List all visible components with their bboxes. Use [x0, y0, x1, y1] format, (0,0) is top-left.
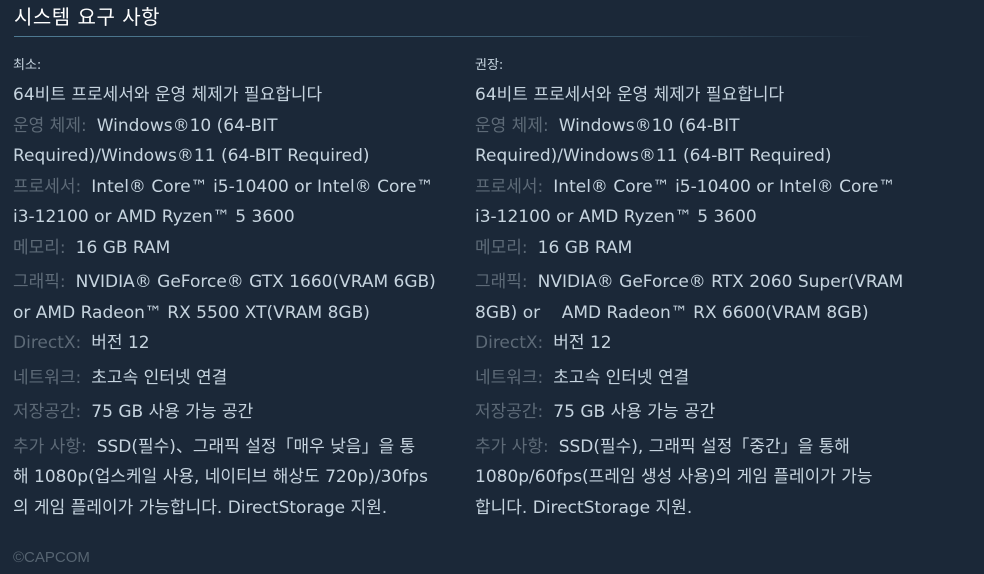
network-label: 네트워크:	[475, 367, 544, 388]
gpu-label: 그래픽:	[475, 272, 528, 292]
gpu-value-continued: 8GB) or AMD Radeon™ RX 6600(VRAM 8GB)	[475, 302, 869, 323]
copyright-notice: ©CAPCOM	[13, 549, 90, 566]
gpu-row: 그래픽: NVIDIA® GeForce® GTX 1660(VRAM 6GB)	[13, 267, 461, 298]
storage-row: 저장공간: 75 GB 사용 가능 공간	[13, 397, 461, 428]
network-row: 네트워크: 초고속 인터넷 연결	[13, 363, 461, 394]
notes-label: 추가 사항:	[475, 436, 549, 457]
notes-value-continued-2: 의 게임 플레이가 가능합니다. DirectStorage 지원.	[13, 497, 388, 518]
title-divider	[14, 36, 874, 37]
gpu-value: NVIDIA® GeForce® GTX 1660(VRAM 6GB)	[75, 272, 436, 292]
os-label: 운영 체제:	[475, 115, 549, 136]
requires-64bit-note: 64비트 프로세서와 운영 체제가 필요합니다	[475, 85, 785, 105]
notes-value: SSD(필수)、그래픽 설정「매우 낮음」을 통	[96, 436, 416, 457]
network-label: 네트워크:	[13, 367, 82, 388]
os-value-continued: Required)/Windows®11 (64-BIT Required)	[475, 146, 832, 166]
minimum-heading: 최소:	[13, 58, 42, 73]
memory-value: 16 GB RAM	[537, 237, 633, 258]
notes-row: 추가 사항: SSD(필수), 그래픽 설정「중간」을 통해	[475, 432, 923, 463]
cpu-label: 프로세서:	[475, 176, 544, 197]
minimum-requirements: 최소: 64비트 프로세서와 운영 체제가 필요합니다 운영 체제: Window…	[13, 56, 461, 523]
storage-label: 저장공간:	[13, 402, 82, 422]
gpu-label: 그래픽:	[13, 272, 66, 292]
directx-row: DirectX: 버전 12	[13, 328, 461, 359]
cpu-value-continued: i3-12100 or AMD Ryzen™ 5 3600	[475, 207, 757, 227]
directx-label: DirectX:	[475, 333, 544, 353]
memory-row: 메모리: 16 GB RAM	[13, 233, 461, 264]
notes-row: 추가 사항: SSD(필수)、그래픽 설정「매우 낮음」을 통	[13, 432, 461, 463]
os-value-continued: Required)/Windows®11 (64-BIT Required)	[13, 146, 370, 166]
memory-label: 메모리:	[13, 237, 66, 258]
cpu-row: 프로세서: Intel® Core™ i5-10400 or Intel® Cor…	[13, 172, 461, 203]
memory-row: 메모리: 16 GB RAM	[475, 233, 923, 264]
directx-value: 버전 12	[91, 333, 150, 353]
memory-label: 메모리:	[475, 237, 528, 258]
directx-label: DirectX:	[13, 333, 82, 353]
os-label: 운영 체제:	[13, 115, 87, 136]
network-value: 초고속 인터넷 연결	[553, 367, 690, 388]
cpu-label: 프로세서:	[13, 176, 82, 197]
memory-value: 16 GB RAM	[75, 237, 171, 258]
gpu-value-continued: or AMD Radeon™ RX 5500 XT(VRAM 8GB)	[13, 302, 370, 323]
storage-value: 75 GB 사용 가능 공간	[553, 402, 716, 422]
cpu-value-continued: i3-12100 or AMD Ryzen™ 5 3600	[13, 207, 295, 227]
gpu-value: NVIDIA® GeForce® RTX 2060 Super(VRAM	[537, 272, 904, 292]
cpu-value: Intel® Core™ i5-10400 or Intel® Core™	[553, 176, 896, 197]
network-value: 초고속 인터넷 연결	[91, 367, 228, 388]
requires-64bit-note: 64비트 프로세서와 운영 체제가 필요합니다	[13, 85, 323, 105]
os-value: Windows®10 (64-BIT	[558, 115, 740, 136]
directx-value: 버전 12	[553, 333, 612, 353]
storage-value: 75 GB 사용 가능 공간	[91, 402, 254, 422]
storage-label: 저장공간:	[475, 402, 544, 422]
notes-value-continued-2: 합니다. DirectStorage 지원.	[475, 497, 693, 518]
gpu-row: 그래픽: NVIDIA® GeForce® RTX 2060 Super(VRAM	[475, 267, 923, 298]
notes-value-continued: 해 1080p(업스케일 사용, 네이티브 해상도 720p)/30fps	[13, 467, 428, 487]
network-row: 네트워크: 초고속 인터넷 연결	[475, 363, 923, 394]
recommended-requirements: 권장: 64비트 프로세서와 운영 체제가 필요합니다 운영 체제: Window…	[475, 56, 923, 523]
notes-label: 추가 사항:	[13, 436, 87, 457]
os-row: 운영 체제: Windows®10 (64-BIT	[475, 111, 923, 142]
cpu-row: 프로세서: Intel® Core™ i5-10400 or Intel® Cor…	[475, 172, 923, 203]
recommended-heading: 권장:	[475, 58, 504, 73]
directx-row: DirectX: 버전 12	[475, 328, 923, 359]
cpu-value: Intel® Core™ i5-10400 or Intel® Core™	[91, 176, 434, 197]
os-value: Windows®10 (64-BIT	[96, 115, 278, 136]
os-row: 운영 체제: Windows®10 (64-BIT	[13, 111, 461, 142]
storage-row: 저장공간: 75 GB 사용 가능 공간	[475, 397, 923, 428]
notes-value-continued: 1080p/60fps(프레임 생성 사용)의 게임 플레이가 가능	[475, 467, 873, 487]
page-title: 시스템 요구 사항	[14, 5, 161, 29]
notes-value: SSD(필수), 그래픽 설정「중간」을 통해	[558, 436, 850, 457]
